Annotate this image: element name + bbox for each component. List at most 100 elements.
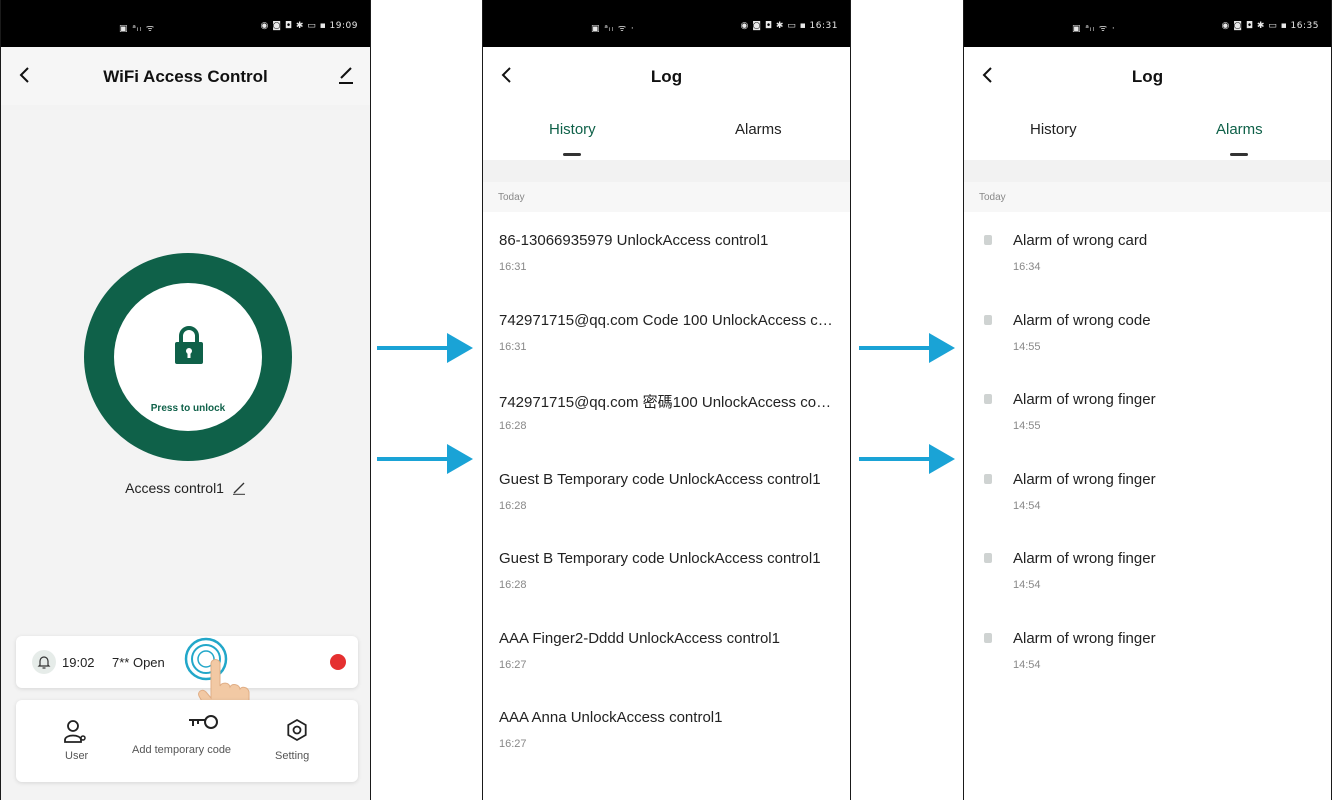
status-right: ◉ ◙ ◘ ✱ ▭ ▪ 19:09	[260, 21, 358, 31]
alarm-type-icon	[984, 235, 992, 245]
unread-badge	[330, 654, 346, 670]
alarm-entry-time: 14:54	[1013, 658, 1041, 671]
status-left: ▣ ᵃᵢₗ ᯤ ·	[591, 24, 635, 34]
log-entry-time: 16:28	[499, 579, 527, 591]
log-entry-title: AAA Anna UnlockAccess control1	[499, 709, 723, 726]
tab-history[interactable]: History	[549, 121, 596, 138]
log-entry-title: 86-13066935979 UnlockAccess control1	[499, 232, 769, 249]
rename-pencil-icon[interactable]	[232, 481, 246, 495]
arrow-right-icon	[377, 444, 473, 474]
alarm-entry-title: Alarm of wrong finger	[1013, 470, 1156, 488]
nav-bar: Log	[483, 47, 850, 105]
user-icon	[64, 720, 86, 743]
bell-badge	[32, 650, 56, 674]
log-entry-title: Guest B Temporary code UnlockAccess cont…	[499, 470, 821, 488]
log-entry-time: 16:31	[499, 340, 527, 353]
nav-bar: Log	[964, 47, 1331, 105]
alarm-type-icon	[984, 632, 992, 643]
arrow-right-icon	[859, 444, 955, 474]
log-tabs: History Alarms	[964, 105, 1331, 160]
active-tab-indicator	[1230, 153, 1248, 156]
alarm-type-icon	[984, 394, 992, 404]
log-entry-time: 16:28	[499, 420, 527, 432]
log-entry-title: AAA Finger2-Dddd UnlockAccess control1	[499, 629, 780, 647]
list-item[interactable]: Alarm of wrong card 16:34	[964, 212, 1331, 292]
alarm-entry-time: 14:54	[1013, 579, 1041, 591]
log-entry-time: 16:31	[499, 261, 527, 273]
status-right: ◉ ◙ ◘ ✱ ▭ ▪ 16:35	[1221, 21, 1319, 31]
arrow-right-icon	[859, 333, 955, 363]
list-item[interactable]: 86-13066935979 UnlockAccess control1 16:3…	[483, 212, 850, 292]
list-item[interactable]: AAA Anna UnlockAccess control1 16:27	[483, 689, 850, 769]
nav-bar: WiFi Access Control	[1, 47, 370, 105]
list-item[interactable]: Guest B Temporary code UnlockAccess cont…	[483, 530, 850, 610]
status-bar: ▣ ᵃᵢₗ ᯤ · ◉ ◙ ◘ ✱ ▭ ▪ 16:31	[483, 0, 850, 47]
status-bar: ▣ ᵃᵢₗ ᯤ ◉ ◙ ◘ ✱ ▭ ▪ 19:09	[1, 0, 370, 47]
history-log-screen: ▣ ᵃᵢₗ ᯤ · ◉ ◙ ◘ ✱ ▭ ▪ 16:31 Log History …	[482, 0, 851, 800]
list-item[interactable]: Alarm of wrong finger 14:54	[964, 451, 1331, 531]
page-title: Log	[1131, 67, 1164, 86]
alarm-entry-time: 14:54	[1013, 499, 1041, 512]
list-item[interactable]: Alarm of wrong code 14:55	[964, 292, 1331, 372]
active-tab-indicator	[563, 153, 581, 156]
setting-label: Setting	[275, 750, 310, 762]
alarm-entry-time: 16:34	[1013, 261, 1041, 273]
arrow-right-icon	[377, 333, 473, 363]
press-to-unlock-label: Press to unlock	[150, 403, 226, 414]
tab-alarms[interactable]: Alarms	[1216, 121, 1263, 138]
log-entry-title: Guest B Temporary code UnlockAccess cont…	[499, 550, 821, 567]
section-today-label: Today	[979, 192, 1006, 203]
bottom-toolbar: User Add temporary code Setting	[16, 700, 358, 782]
section-today-label: Today	[498, 192, 525, 203]
alarm-type-icon	[984, 473, 992, 484]
section-header: Today	[483, 182, 850, 212]
alarm-entry-time: 14:55	[1013, 420, 1041, 432]
unlock-button[interactable]: Press to unlock	[84, 253, 292, 461]
list-item[interactable]: Alarm of wrong finger 14:54	[964, 530, 1331, 610]
gear-icon	[287, 718, 307, 742]
page-title: WiFi Access Control	[103, 67, 268, 86]
alarm-entry-title: Alarm of wrong code	[1013, 311, 1151, 329]
alarm-entry-title: Alarm of wrong finger	[1013, 391, 1156, 408]
alarm-entry-time: 14:55	[1013, 340, 1041, 353]
add-temporary-code-label: Add temporary code	[132, 744, 232, 756]
list-item[interactable]: AAA Finger2-Dddd UnlockAccess control1 16…	[483, 610, 850, 690]
alarm-type-icon	[984, 314, 992, 325]
edit-icon[interactable]	[336, 65, 356, 85]
user-label: User	[65, 750, 89, 762]
unlock-button-center[interactable]: Press to unlock	[114, 283, 262, 431]
history-list: 86-13066935979 UnlockAccess control1 16:3…	[483, 212, 850, 769]
alarms-log-screen: ▣ ᵃᵢₗ ᯤ · ◉ ◙ ◘ ✱ ▭ ▪ 16:35 Log History …	[963, 0, 1332, 800]
log-entry-time: 16:27	[499, 738, 527, 750]
main-screen: ▣ ᵃᵢₗ ᯤ ◉ ◙ ◘ ✱ ▭ ▪ 19:09 WiFi Access Co…	[0, 0, 371, 800]
status-left: ▣ ᵃᵢₗ ᯤ	[119, 24, 156, 34]
setting-button[interactable]: Setting	[275, 718, 325, 762]
key-icon	[189, 715, 218, 729]
log-entry-time: 16:27	[499, 658, 527, 671]
add-temporary-code-button[interactable]: Add temporary code	[132, 712, 242, 756]
event-time: 19:02	[62, 655, 95, 670]
list-item[interactable]: 742971715@qq.com Code 100 UnlockAccess c…	[483, 292, 850, 372]
list-item[interactable]: Alarm of wrong finger 14:54	[964, 610, 1331, 690]
bell-icon	[37, 656, 51, 669]
tab-alarms[interactable]: Alarms	[735, 121, 782, 138]
divider	[964, 160, 1331, 182]
log-entry-title: 742971715@qq.com 密碼100 UnlockAccess cont…	[499, 394, 838, 411]
alarm-entry-title: Alarm of wrong finger	[1013, 629, 1156, 647]
alarm-list: Alarm of wrong card 16:34 Alarm of wrong c…	[964, 212, 1331, 689]
device-name-row: Access control1	[1, 480, 370, 496]
log-tabs: History Alarms	[483, 105, 850, 160]
user-button[interactable]: User	[63, 718, 88, 762]
list-item[interactable]: 742971715@qq.com 密碼100 UnlockAccess cont…	[483, 371, 850, 451]
list-item[interactable]: Guest B Temporary code UnlockAccess cont…	[483, 451, 850, 531]
list-item[interactable]: Alarm of wrong finger 14:55	[964, 371, 1331, 451]
page-title: Log	[650, 67, 683, 86]
divider	[483, 160, 850, 182]
log-entry-time: 16:28	[499, 499, 527, 512]
log-entry-title: 742971715@qq.com Code 100 UnlockAccess c…	[499, 311, 838, 329]
alarm-entry-title: Alarm of wrong card	[1013, 232, 1148, 249]
device-name: Access control1	[125, 480, 224, 496]
event-text: 7** Open	[112, 655, 165, 670]
tab-history[interactable]: History	[1030, 121, 1077, 138]
status-left: ▣ ᵃᵢₗ ᯤ ·	[1072, 24, 1116, 34]
